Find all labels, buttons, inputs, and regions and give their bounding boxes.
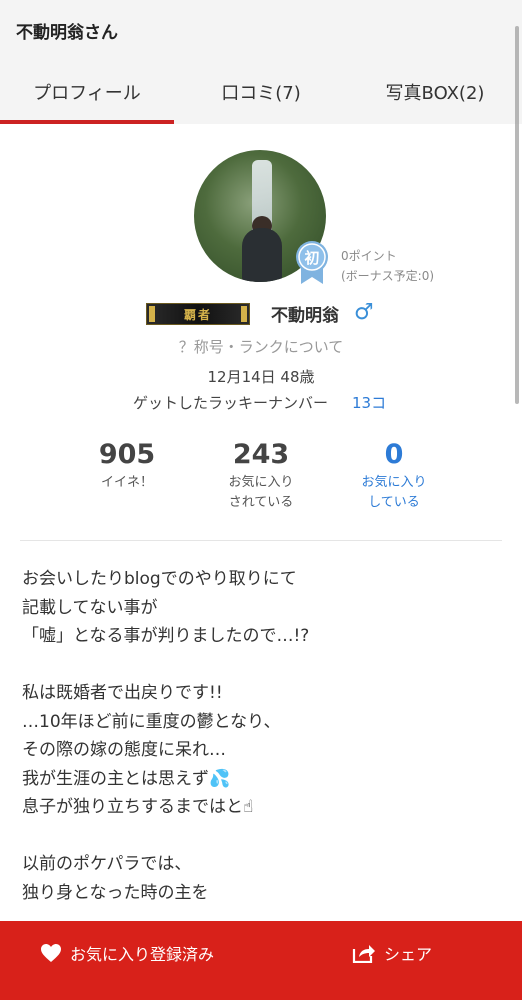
tab-photo-box[interactable]: 写真BOX(2) [348, 60, 522, 124]
likes-count: 905 [98, 439, 156, 470]
badge-text: 初 [304, 249, 319, 267]
favorited-by-label-1: お気に入り [228, 475, 294, 490]
lucky-number-label: ゲットしたラッキーナンバー [133, 394, 329, 412]
bio-line: 記載してない事が [22, 597, 158, 618]
divider [20, 540, 502, 541]
beginner-badge-icon: 初 [295, 240, 329, 284]
bio-line: 息子が独り立ちするまではと☝ [22, 797, 254, 817]
plate-edge-left [149, 306, 155, 322]
favoriting-label-2[interactable]: している [334, 493, 454, 513]
male-icon: ♂ [354, 300, 374, 325]
likes-label: イイネ！ [100, 475, 153, 490]
birthday-age: 12月14日 48歳 [207, 368, 315, 386]
bio-line: 私は既婚者で出戻りです!! [22, 683, 223, 703]
plate-edge-right [241, 306, 247, 322]
bio-line: 以前のポケパラでは、 [22, 854, 192, 874]
bio-line [22, 822, 502, 851]
bio-line [22, 651, 502, 680]
rank-title-plate: 覇者 [146, 303, 250, 325]
tab-reviews[interactable]: 口コミ(7) [174, 60, 348, 124]
username: 不動明翁 [271, 306, 339, 326]
stat-favoriting[interactable]: 0 お気に入り している [334, 440, 454, 513]
stat-likes: 905 イイネ！ [67, 440, 187, 493]
profile-bio: お会いしたりblogでのやり取りにて 記載してない事が 「嘘」となる事が判りまし… [22, 565, 502, 907]
points-value: 0ポイント [341, 249, 397, 263]
bio-line: 我が生涯の主とは思えず💦 [22, 768, 231, 789]
top-bar: 不動明翁さん [0, 0, 522, 60]
points-info: 0ポイント (ボーナス予定:0) [341, 246, 434, 286]
heart-icon [41, 944, 61, 962]
tab-bar: プロフィール 口コミ(7) 写真BOX(2) [0, 60, 522, 124]
stat-favorited-by: 243 お気に入り されている [201, 440, 321, 513]
bio-line: お会いしたりblogでのやり取りにて [22, 569, 297, 589]
page-title: 不動明翁さん [16, 22, 118, 43]
tab-profile[interactable]: プロフィール [0, 60, 174, 124]
bottom-action-bar: お気に入り登録済み シェア [0, 921, 522, 1000]
share-icon [352, 945, 375, 963]
rank-title-text: 覇者 [183, 307, 212, 322]
bio-line: 「嘘」となる事が判りましたので…!? [22, 626, 310, 646]
person-body-shape [242, 228, 282, 282]
favorite-registered-button[interactable]: お気に入り登録済み [40, 941, 214, 965]
share-button[interactable]: シェア [352, 941, 432, 965]
bio-line: その際の嫁の態度に呆れ… [22, 740, 226, 760]
bio-line: …10年ほど前に重度の鬱となり、 [22, 711, 281, 732]
favorited-by-label-2: されている [228, 495, 294, 510]
points-bonus: (ボーナス予定:0) [341, 269, 435, 283]
favorite-registered-label: お気に入り登録済み [70, 945, 215, 964]
favoriting-label-1[interactable]: お気に入り [334, 473, 454, 493]
lucky-number-link[interactable]: 13コ [352, 392, 386, 413]
rank-help-link[interactable]: ？称号・ランクについて [0, 336, 522, 357]
bio-line: 独り身となった時の主を [22, 882, 209, 903]
share-label: シェア [384, 945, 433, 964]
favoriting-count[interactable]: 0 [334, 440, 454, 470]
favorited-by-count: 243 [232, 439, 290, 470]
